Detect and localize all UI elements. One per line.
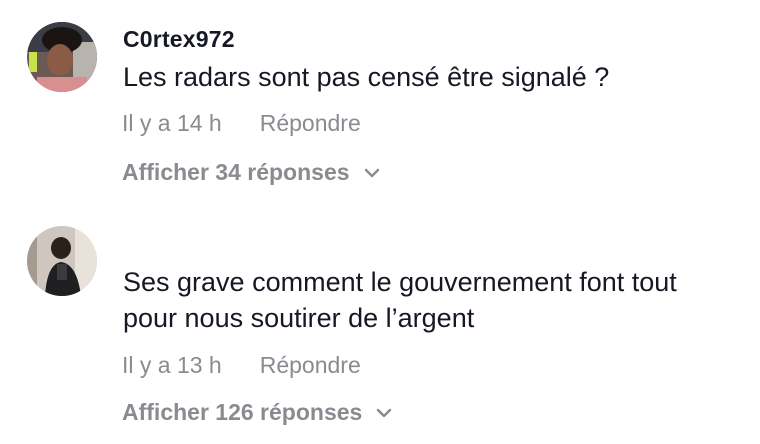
comment-text: Ses grave comment le gouvernement font t… bbox=[123, 264, 743, 336]
reply-button[interactable]: Répondre bbox=[260, 110, 361, 137]
comment-username[interactable]: C0rtex972 bbox=[123, 26, 235, 53]
comment-item: Ses grave comment le gouvernement font t… bbox=[0, 210, 760, 444]
view-replies-button[interactable]: Afficher 126 réponses bbox=[122, 399, 392, 426]
comment-item: C0rtex972 Les radars sont pas censé être… bbox=[0, 0, 760, 210]
comment-meta: Il y a 14 h Répondre bbox=[122, 110, 361, 137]
comment-timestamp: Il y a 13 h bbox=[122, 352, 222, 378]
chevron-down-icon bbox=[376, 407, 392, 419]
chevron-down-icon bbox=[364, 167, 380, 179]
avatar-image bbox=[27, 22, 97, 92]
avatar-image bbox=[27, 226, 97, 296]
reply-button[interactable]: Répondre bbox=[260, 352, 361, 379]
comment-text-line: pour nous soutirer de l’argent bbox=[123, 303, 475, 333]
view-replies-label: Afficher 34 réponses bbox=[122, 159, 350, 185]
comment-meta: Il y a 13 h Répondre bbox=[122, 352, 361, 379]
comment-timestamp: Il y a 14 h bbox=[122, 110, 222, 136]
comment-text: Les radars sont pas censé être signalé ? bbox=[123, 62, 610, 92]
avatar[interactable] bbox=[27, 22, 97, 92]
view-replies-label: Afficher 126 réponses bbox=[122, 399, 363, 425]
view-replies-button[interactable]: Afficher 34 réponses bbox=[122, 159, 380, 186]
comment-text-line: Ses grave comment le gouvernement font t… bbox=[123, 267, 677, 297]
avatar[interactable] bbox=[27, 226, 97, 296]
